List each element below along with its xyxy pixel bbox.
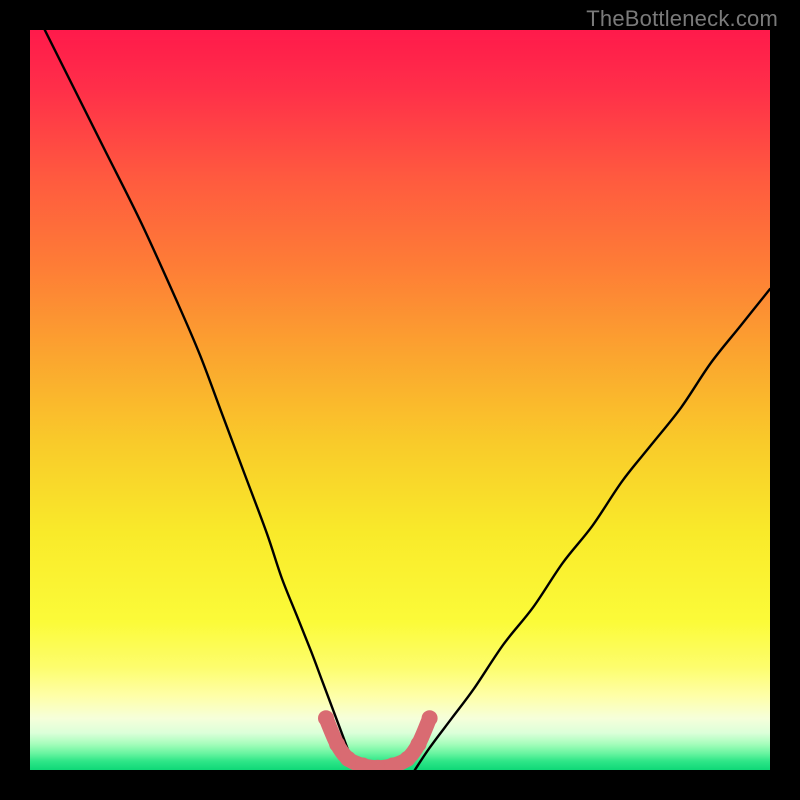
chart-stage: TheBottleneck.com [0, 0, 800, 800]
series-right-curve [415, 289, 770, 770]
series-bottom-highlight-band-dot [329, 736, 345, 752]
curve-layer [30, 30, 770, 770]
plot-area [30, 30, 770, 770]
watermark-text: TheBottleneck.com [586, 6, 778, 32]
series-bottom-highlight-band-dot [318, 710, 334, 726]
series-bottom-highlight-band-dot [399, 751, 415, 767]
series-left-curve [45, 30, 356, 770]
series-bottom-highlight-band-dot [340, 751, 356, 767]
series-bottom-highlight-band-dot [422, 710, 438, 726]
series-bottom-highlight-band-dot [411, 736, 427, 752]
